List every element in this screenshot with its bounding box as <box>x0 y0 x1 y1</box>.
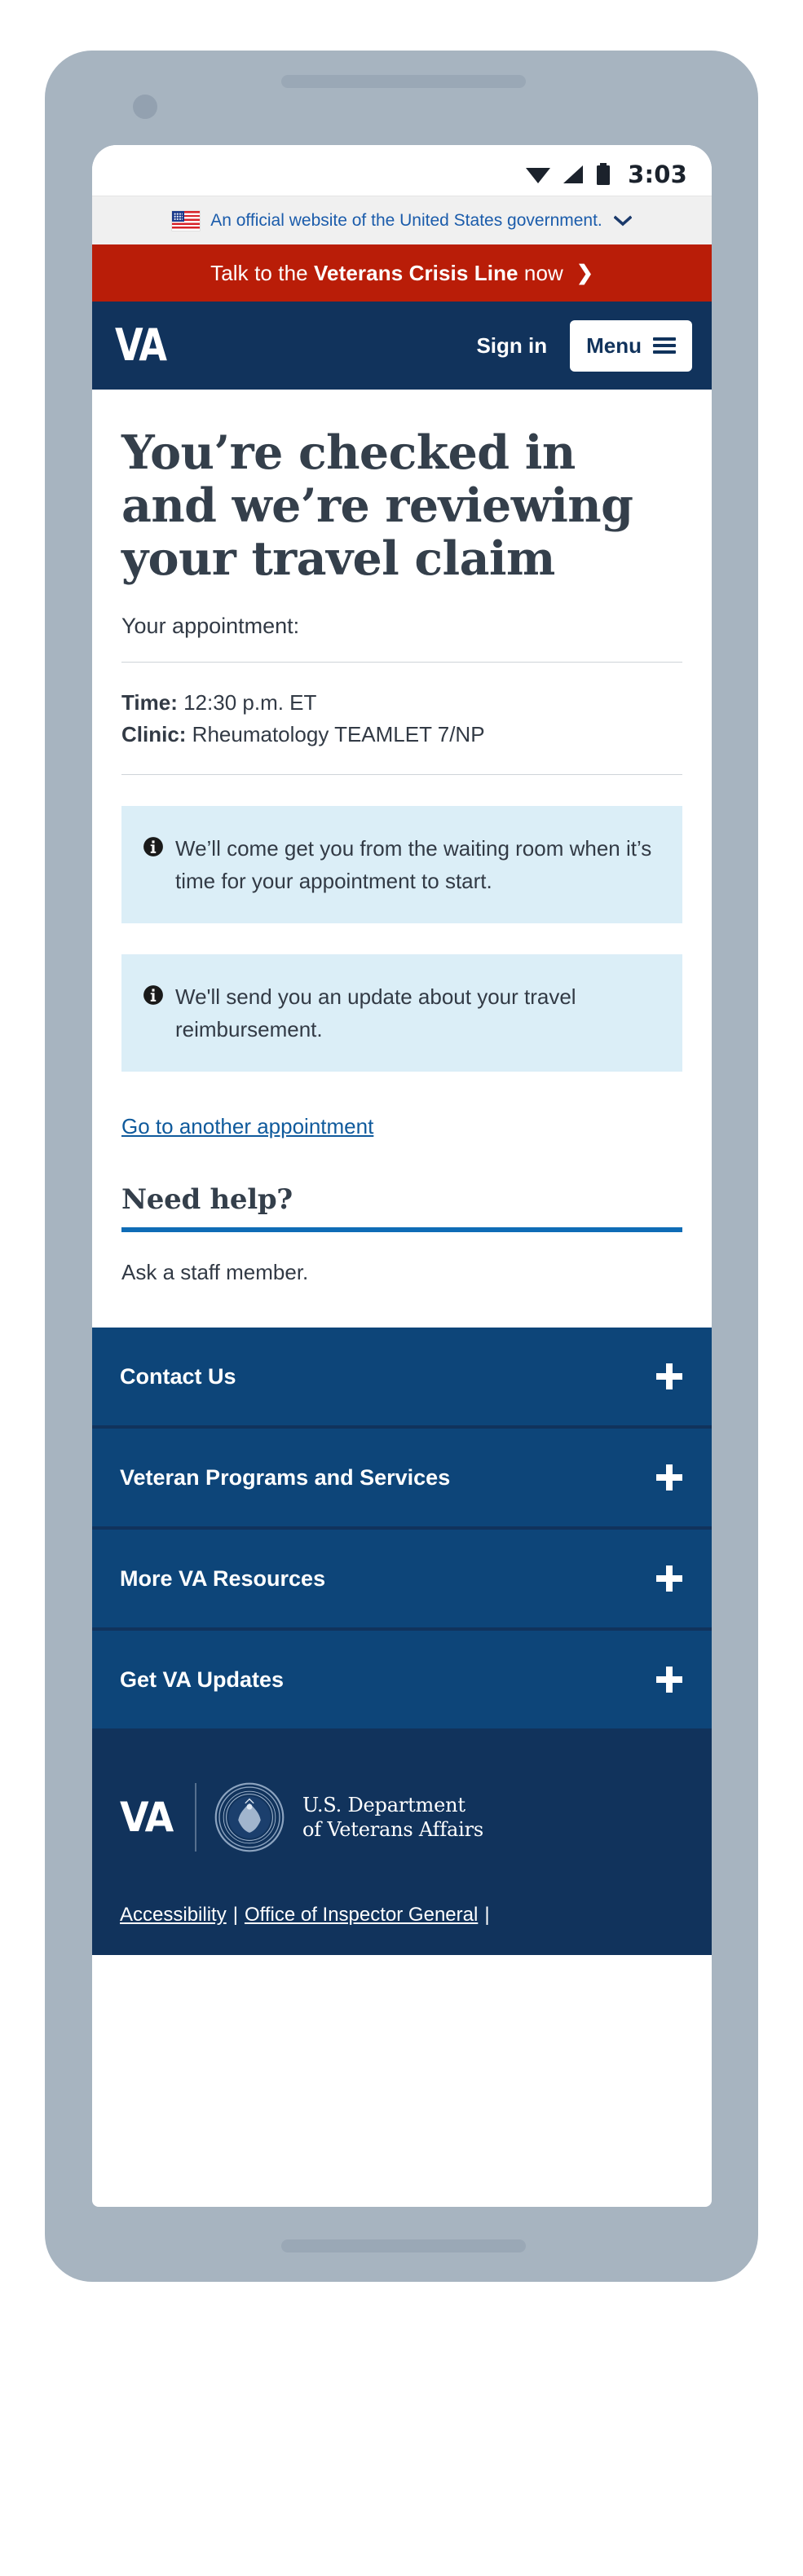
crisis-suffix: now <box>518 260 563 285</box>
accordion-label: More VA Resources <box>120 1565 326 1591</box>
alert-waiting-room: We’ll come get you from the waiting room… <box>121 805 682 923</box>
page-title: You’re checked in and we’re reviewing yo… <box>121 425 633 586</box>
accordion-label: Get VA Updates <box>120 1667 285 1692</box>
detail-label-clinic: Clinic: <box>121 722 187 747</box>
main-content: You’re checked in and we’re reviewing yo… <box>92 390 712 1328</box>
alert-travel-reimbursement: We'll send you an update about your trav… <box>121 954 682 1072</box>
detail-label-time: Time: <box>121 689 178 715</box>
official-banner-text: An official website of the United States… <box>210 210 602 230</box>
phone-front-camera <box>133 95 157 119</box>
footer-link-separator-2: | <box>484 1904 490 1926</box>
crisis-bold: Veterans Crisis Line <box>314 260 518 285</box>
divider-bottom <box>121 773 682 775</box>
info-circle-icon <box>143 985 163 1005</box>
footer-logo-divider <box>195 1783 196 1852</box>
chevron-down-glyph <box>613 215 632 226</box>
need-help-heading: Need help? <box>121 1183 293 1217</box>
department-name: U.S. Department of Veterans Affairs <box>302 1793 483 1842</box>
detail-row-time: Time: 12:30 p.m. ET <box>121 687 682 720</box>
phone-speaker-grill <box>281 75 526 88</box>
department-line-2: of Veterans Affairs <box>302 1818 483 1842</box>
plus-icon <box>656 1565 682 1592</box>
cellular-signal-icon <box>563 165 584 183</box>
footer-accordion-more-va-resources[interactable]: More VA Resources <box>92 1530 712 1631</box>
va-seal-icon <box>214 1782 285 1852</box>
phone-screen: 3:03 An official website of the United S… <box>92 145 712 2207</box>
status-bar-time: 3:03 <box>628 161 687 188</box>
crisis-prefix: Talk to the <box>210 260 315 285</box>
alert-waiting-room-text: We’ll come get you from the waiting room… <box>175 835 652 893</box>
screenshot-root: 3:03 An official website of the United S… <box>0 0 803 2576</box>
plus-icon <box>656 1464 682 1491</box>
department-line-1: U.S. Department <box>302 1793 465 1816</box>
va-logo: VA <box>120 1794 174 1842</box>
detail-value-time: 12:30 p.m. ET <box>177 689 317 715</box>
appointment-label: Your appointment: <box>121 613 300 638</box>
hamburger-icon <box>653 337 676 354</box>
status-bar: 3:03 <box>92 145 712 196</box>
battery-icon <box>597 163 611 185</box>
site-header: VA Sign in Menu <box>92 302 712 390</box>
footer-logo-row: VA U.S. Department of Veterans Affairs <box>92 1732 712 1900</box>
plus-icon <box>656 1363 682 1390</box>
need-help-section: Need help? Ask a staff member. <box>121 1183 682 1328</box>
plus-icon <box>656 1667 682 1693</box>
need-help-body: Ask a staff member. <box>121 1260 309 1285</box>
go-to-another-appointment-link[interactable]: Go to another appointment <box>121 1114 373 1139</box>
wifi-icon <box>526 168 551 183</box>
detail-value-clinic: Rheumatology TEAMLET 7/NP <box>186 722 485 747</box>
site-footer: Contact Us Veteran Programs and Services… <box>92 1328 712 1956</box>
footer-links: Accessibility | Office of Inspector Genera… <box>92 1900 712 1956</box>
chevron-right-icon: ❯ <box>576 261 593 284</box>
sign-in-button[interactable]: Sign in <box>476 333 547 359</box>
phone-home-indicator <box>281 2239 526 2252</box>
accordion-label: Contact Us <box>120 1363 236 1389</box>
footer-accordion-veteran-programs-and-services[interactable]: Veteran Programs and Services <box>92 1429 712 1530</box>
appointment-details: Time: 12:30 p.m. ET Clinic: Rheumatology… <box>121 663 682 774</box>
official-government-banner[interactable]: An official website of the United States… <box>92 196 712 244</box>
footer-link-separator: | <box>232 1904 238 1926</box>
alert-travel-reimbursement-text: We'll send you an update about your trav… <box>175 984 576 1042</box>
va-logo[interactable]: VA <box>115 324 167 368</box>
veterans-crisis-line-banner[interactable]: Talk to the Veterans Crisis Line now ❯ <box>92 244 712 302</box>
footer-link-accessibility[interactable]: Accessibility <box>120 1904 227 1926</box>
crisis-line-text: Talk to the Veterans Crisis Line now <box>210 261 563 286</box>
menu-button[interactable]: Menu <box>570 319 692 372</box>
menu-button-label: Menu <box>586 332 642 358</box>
info-circle-icon <box>143 837 163 856</box>
us-flag-icon <box>172 210 201 231</box>
footer-link-office-of-inspector-general[interactable]: Office of Inspector General <box>245 1904 478 1926</box>
footer-accordion-contact-us[interactable]: Contact Us <box>92 1328 712 1429</box>
accordion-label: Veteran Programs and Services <box>120 1464 451 1490</box>
footer-accordion-get-va-updates[interactable]: Get VA Updates <box>92 1631 712 1733</box>
detail-row-clinic: Clinic: Rheumatology TEAMLET 7/NP <box>121 719 682 751</box>
